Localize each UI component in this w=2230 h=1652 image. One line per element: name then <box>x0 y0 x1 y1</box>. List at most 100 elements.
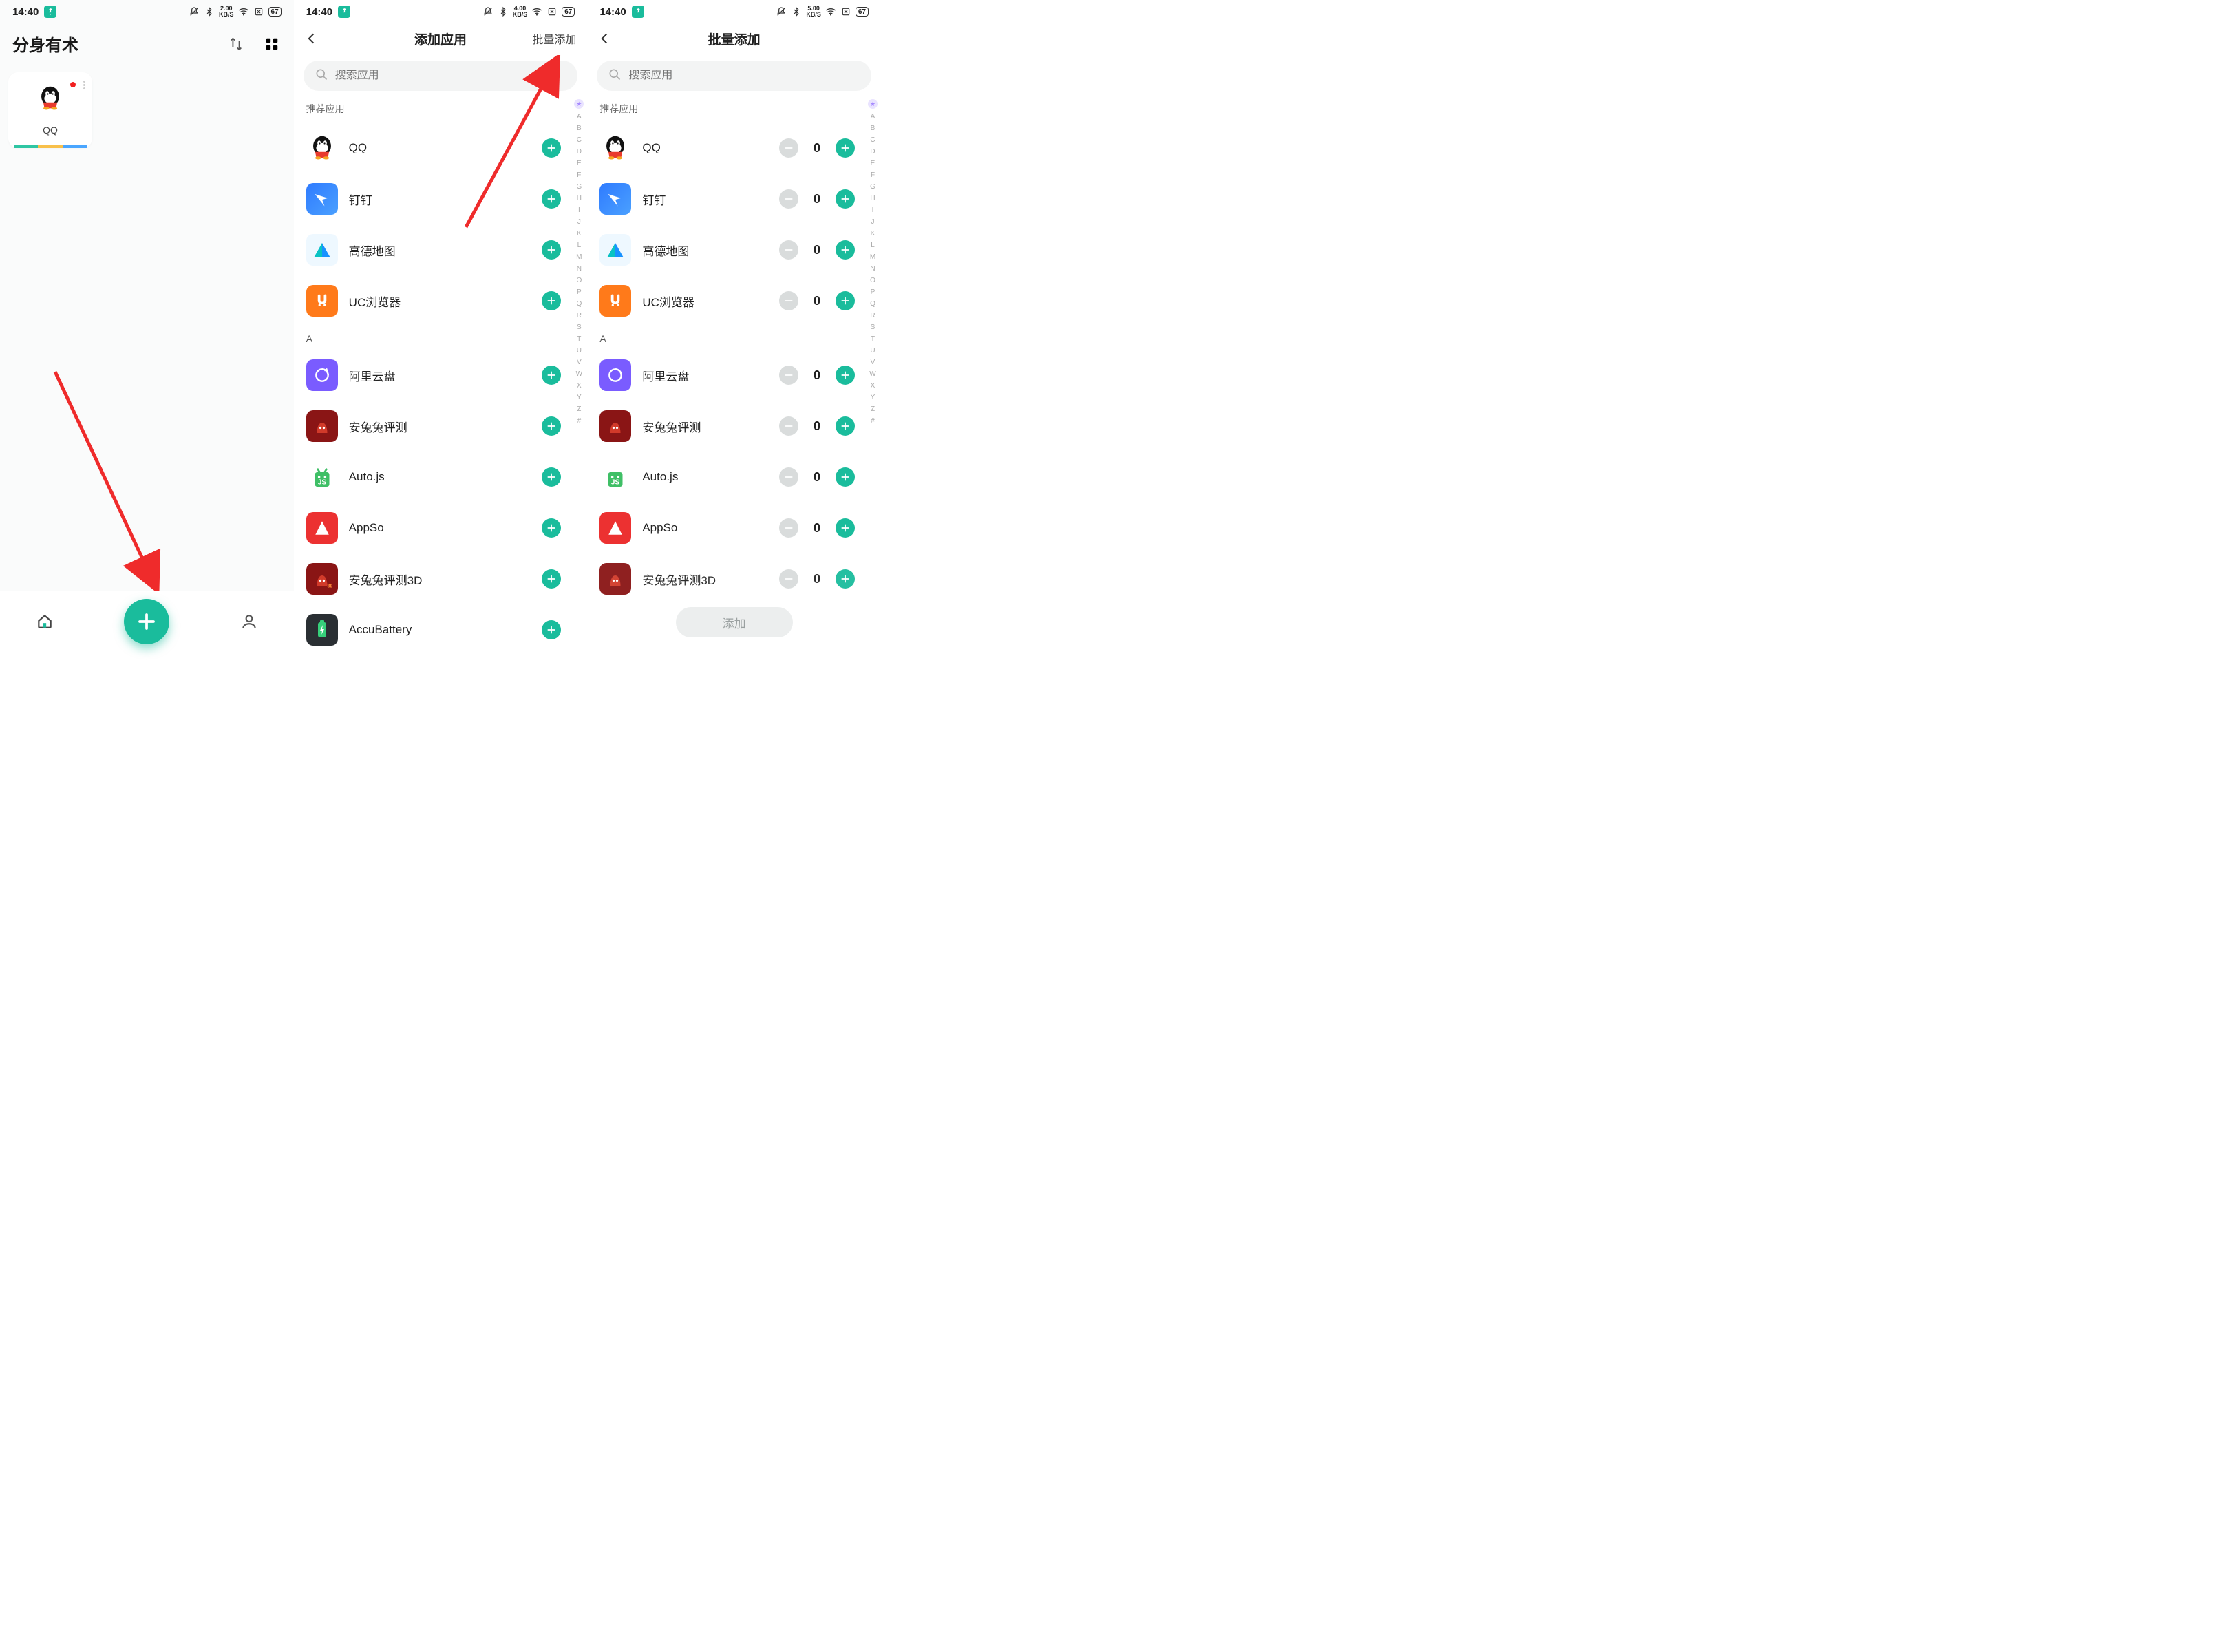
index-letter[interactable]: E <box>577 160 582 167</box>
sort-icon[interactable] <box>226 34 246 54</box>
card-kebab-icon[interactable] <box>83 81 85 89</box>
index-letter[interactable]: N <box>870 265 875 273</box>
app-row-dingtalk[interactable]: 钉钉 0 <box>587 173 867 224</box>
minus-button[interactable] <box>779 416 798 436</box>
add-button[interactable] <box>542 620 561 639</box>
index-letter[interactable]: H <box>577 195 582 202</box>
index-letter[interactable]: U <box>870 347 875 354</box>
app-row-accubattery[interactable]: AccuBattery <box>294 604 574 653</box>
index-letter[interactable]: R <box>577 312 582 319</box>
index-letter[interactable]: A <box>577 113 582 120</box>
index-letter[interactable]: # <box>871 417 875 425</box>
plus-button[interactable] <box>836 416 855 436</box>
index-letter[interactable]: K <box>871 230 875 237</box>
app-row-aliyun[interactable]: 阿里云盘 0 <box>587 350 867 401</box>
index-letter[interactable]: B <box>871 125 875 132</box>
plus-button[interactable] <box>836 291 855 310</box>
index-letter[interactable]: I <box>578 206 580 214</box>
index-letter[interactable]: O <box>870 277 875 284</box>
index-letter[interactable]: Y <box>871 394 875 401</box>
minus-button[interactable] <box>779 366 798 385</box>
add-button[interactable] <box>542 138 561 158</box>
index-letter[interactable]: S <box>871 324 875 331</box>
index-letter[interactable]: V <box>577 359 582 366</box>
index-letter[interactable]: Q <box>870 300 875 308</box>
app-row-appso[interactable]: AppSo <box>294 502 574 553</box>
back-button[interactable] <box>594 28 616 50</box>
add-button[interactable] <box>542 467 561 487</box>
batch-add-action[interactable]: 批量添加 <box>532 30 576 47</box>
plus-button[interactable] <box>836 189 855 209</box>
search-field[interactable] <box>628 70 860 82</box>
alpha-index-bar[interactable]: ★ ABCDEFGHIJKLMNOPQRSTUVWXYZ# <box>867 98 878 646</box>
minus-button[interactable] <box>779 467 798 487</box>
plus-button[interactable] <box>836 366 855 385</box>
app-row-autojs[interactable]: JS Auto.js <box>294 452 574 502</box>
index-letter[interactable]: C <box>577 136 582 144</box>
index-letter[interactable]: U <box>577 347 582 354</box>
index-letter[interactable]: I <box>872 206 874 214</box>
search-field[interactable] <box>335 70 567 82</box>
add-button[interactable] <box>542 518 561 538</box>
app-row-antutu[interactable]: 安兔兔评测 <box>294 401 574 452</box>
index-letter[interactable]: M <box>870 253 875 261</box>
app-row-uc[interactable]: UC浏览器 0 <box>587 275 867 326</box>
index-letter[interactable]: R <box>870 312 875 319</box>
search-input[interactable] <box>597 61 871 91</box>
app-row-antutu3d[interactable]: 3D 安兔兔评测3D <box>294 553 574 604</box>
index-letter[interactable]: X <box>871 382 875 390</box>
plus-button[interactable] <box>836 467 855 487</box>
index-letter[interactable]: K <box>577 230 582 237</box>
app-row-autojs[interactable]: JS Auto.js 0 <box>587 452 867 502</box>
back-button[interactable] <box>301 28 323 50</box>
index-letter[interactable]: L <box>577 242 582 249</box>
minus-button[interactable] <box>779 518 798 538</box>
index-letter[interactable]: H <box>870 195 875 202</box>
index-letter[interactable]: F <box>871 171 875 179</box>
clone-card-qq[interactable]: QQ <box>8 72 92 148</box>
index-letter[interactable]: # <box>577 417 582 425</box>
plus-button[interactable] <box>836 569 855 589</box>
app-list[interactable]: 推荐应用 QQ 钉钉 高德地图 <box>294 98 588 653</box>
index-letter[interactable]: Z <box>577 405 581 413</box>
index-letter[interactable]: N <box>577 265 582 273</box>
add-button[interactable] <box>542 240 561 260</box>
index-letter[interactable]: L <box>871 242 875 249</box>
app-row-gaode[interactable]: 高德地图 <box>294 224 574 275</box>
index-letter[interactable]: O <box>576 277 582 284</box>
app-row-dingtalk[interactable]: 钉钉 <box>294 173 574 224</box>
plus-button[interactable] <box>836 518 855 538</box>
index-letter[interactable]: D <box>870 148 875 156</box>
app-row-qq[interactable]: QQ <box>294 123 574 173</box>
minus-button[interactable] <box>779 240 798 260</box>
app-row-antutu3d[interactable]: 安兔兔评测3D 0 <box>587 553 867 604</box>
plus-button[interactable] <box>836 240 855 260</box>
index-letter[interactable]: W <box>576 370 582 378</box>
minus-button[interactable] <box>779 189 798 209</box>
index-letter[interactable]: G <box>870 183 875 191</box>
plus-button[interactable] <box>836 138 855 158</box>
index-star-icon[interactable]: ★ <box>574 99 584 109</box>
index-letter[interactable]: T <box>871 335 875 343</box>
minus-button[interactable] <box>779 138 798 158</box>
app-row-gaode[interactable]: 高德地图 0 <box>587 224 867 275</box>
add-button[interactable] <box>542 366 561 385</box>
confirm-add-button[interactable]: 添加 <box>676 607 793 637</box>
index-letter[interactable]: A <box>871 113 875 120</box>
minus-button[interactable] <box>779 291 798 310</box>
index-letter[interactable]: V <box>871 359 875 366</box>
alpha-index-bar[interactable]: ★ ABCDEFGHIJKLMNOPQRSTUVWXYZ# <box>573 98 584 646</box>
app-row-appso[interactable]: AppSo 0 <box>587 502 867 553</box>
index-letter[interactable]: Z <box>871 405 875 413</box>
index-letter[interactable]: P <box>871 288 875 296</box>
index-letter[interactable]: X <box>577 382 582 390</box>
index-letter[interactable]: F <box>577 171 581 179</box>
index-letter[interactable]: P <box>577 288 582 296</box>
index-letter[interactable]: J <box>577 218 581 226</box>
grid-icon[interactable] <box>262 34 282 54</box>
index-letter[interactable]: J <box>871 218 875 226</box>
index-letter[interactable]: E <box>871 160 875 167</box>
add-button[interactable] <box>542 416 561 436</box>
app-list[interactable]: 推荐应用 QQ 0 钉钉 0 高德地 <box>587 98 881 653</box>
app-row-aliyun[interactable]: 阿里云盘 <box>294 350 574 401</box>
